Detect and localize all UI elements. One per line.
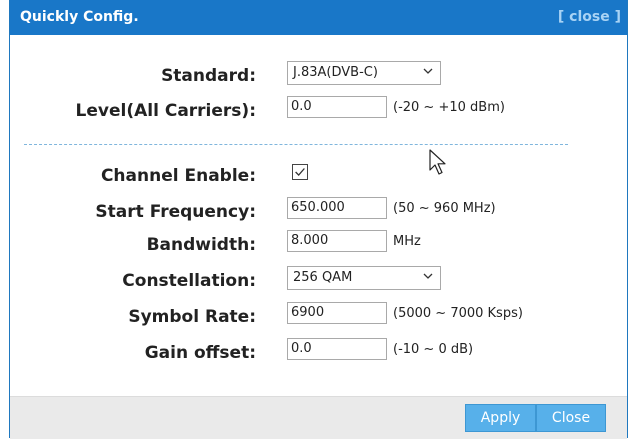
constellation-label: Constellation: xyxy=(122,271,256,291)
dialog-footer: Apply Close xyxy=(10,396,627,439)
symbol-rate-label: Symbol Rate: xyxy=(128,307,256,327)
standard-row: Standard: J.83A(DVB-C) xyxy=(10,61,627,89)
mouse-pointer-icon xyxy=(429,149,446,175)
level-input[interactable]: 0.0 xyxy=(287,96,387,118)
bandwidth-label: Bandwidth: xyxy=(146,235,256,255)
gain-offset-label: Gain offset: xyxy=(144,343,256,363)
start-frequency-row: Start Frequency: 650.000 (50 ~ 960 MHz) xyxy=(10,197,627,225)
dialog-titlebar: Quickly Config. [ close ] xyxy=(10,0,627,35)
symbol-rate-input[interactable]: 6900 xyxy=(287,302,387,324)
close-link[interactable]: [ close ] xyxy=(558,9,621,25)
gain-offset-input[interactable]: 0.0 xyxy=(287,338,387,360)
close-button[interactable]: Close xyxy=(536,404,606,432)
bandwidth-input[interactable]: 8.000 xyxy=(287,230,387,252)
gain-offset-row: Gain offset: 0.0 (-10 ~ 0 dB) xyxy=(10,338,627,366)
chevron-down-icon xyxy=(423,68,433,74)
constellation-value: 256 QAM xyxy=(293,270,353,285)
constellation-select[interactable]: 256 QAM xyxy=(287,266,441,290)
bandwidth-row: Bandwidth: 8.000 MHz xyxy=(10,230,627,258)
start-frequency-input[interactable]: 650.000 xyxy=(287,197,387,219)
standard-value: J.83A(DVB-C) xyxy=(293,65,378,80)
start-frequency-range-hint: (50 ~ 960 MHz) xyxy=(393,201,496,216)
level-row: Level(All Carriers): 0.0 (-20 ~ +10 dBm) xyxy=(10,96,627,124)
checkmark-icon xyxy=(295,168,305,177)
standard-select[interactable]: J.83A(DVB-C) xyxy=(287,61,441,85)
chevron-down-icon xyxy=(423,273,433,279)
apply-button[interactable]: Apply xyxy=(465,404,536,432)
quick-config-dialog: Quickly Config. [ close ] Standard: J.83… xyxy=(9,0,628,439)
gain-offset-range-hint: (-10 ~ 0 dB) xyxy=(393,342,474,357)
standard-label: Standard: xyxy=(161,66,256,86)
symbol-rate-range-hint: (5000 ~ 7000 Ksps) xyxy=(393,306,523,321)
constellation-row: Constellation: 256 QAM xyxy=(10,266,627,294)
level-range-hint: (-20 ~ +10 dBm) xyxy=(393,100,505,115)
section-divider xyxy=(24,144,568,145)
dialog-title: Quickly Config. xyxy=(20,9,139,25)
symbol-rate-row: Symbol Rate: 6900 (5000 ~ 7000 Ksps) xyxy=(10,302,627,330)
start-frequency-label: Start Frequency: xyxy=(95,202,256,222)
bandwidth-unit: MHz xyxy=(393,234,421,249)
channel-enable-checkbox[interactable] xyxy=(292,164,308,180)
channel-enable-label: Channel Enable: xyxy=(100,166,256,186)
channel-enable-row: Channel Enable: xyxy=(10,161,627,189)
level-label: Level(All Carriers): xyxy=(75,101,256,121)
